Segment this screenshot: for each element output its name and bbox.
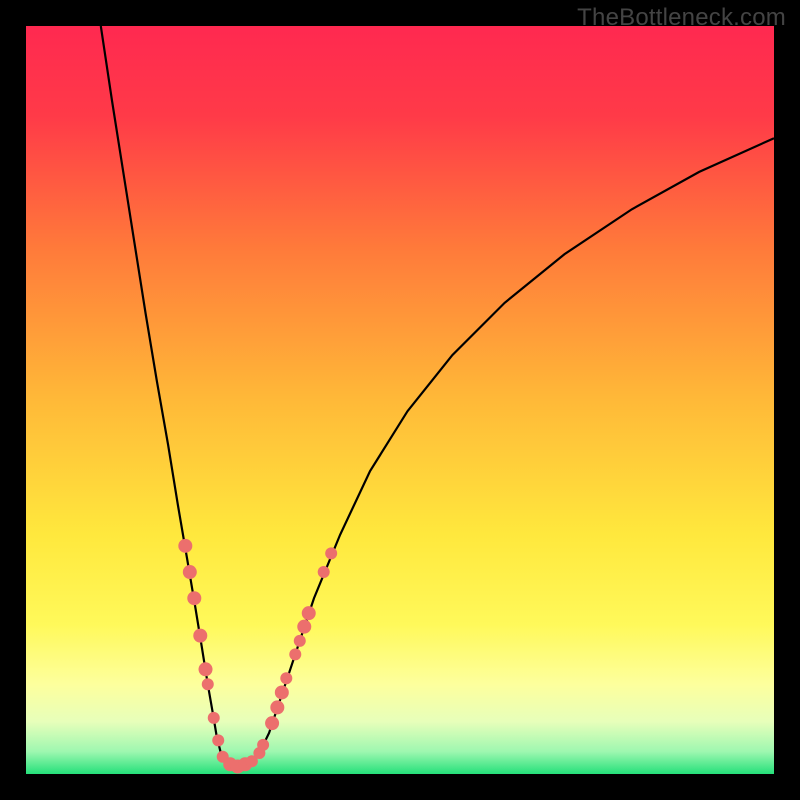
marker-point bbox=[199, 662, 213, 676]
marker-point bbox=[208, 712, 220, 724]
marker-point bbox=[183, 565, 197, 579]
marker-point bbox=[294, 635, 306, 647]
marker-point bbox=[178, 539, 192, 553]
markers-group bbox=[178, 539, 337, 774]
marker-point bbox=[193, 629, 207, 643]
marker-point bbox=[289, 648, 301, 660]
marker-point bbox=[202, 678, 214, 690]
marker-point bbox=[257, 739, 269, 751]
marker-point bbox=[302, 606, 316, 620]
marker-point bbox=[270, 700, 284, 714]
chart-frame: TheBottleneck.com bbox=[0, 0, 800, 800]
bottleneck-curve bbox=[101, 26, 774, 767]
marker-point bbox=[187, 591, 201, 605]
marker-point bbox=[318, 566, 330, 578]
marker-point bbox=[212, 734, 224, 746]
marker-point bbox=[280, 672, 292, 684]
marker-point bbox=[325, 547, 337, 559]
marker-point bbox=[275, 685, 289, 699]
marker-point bbox=[265, 716, 279, 730]
marker-point bbox=[297, 620, 311, 634]
chart-svg bbox=[26, 26, 774, 774]
